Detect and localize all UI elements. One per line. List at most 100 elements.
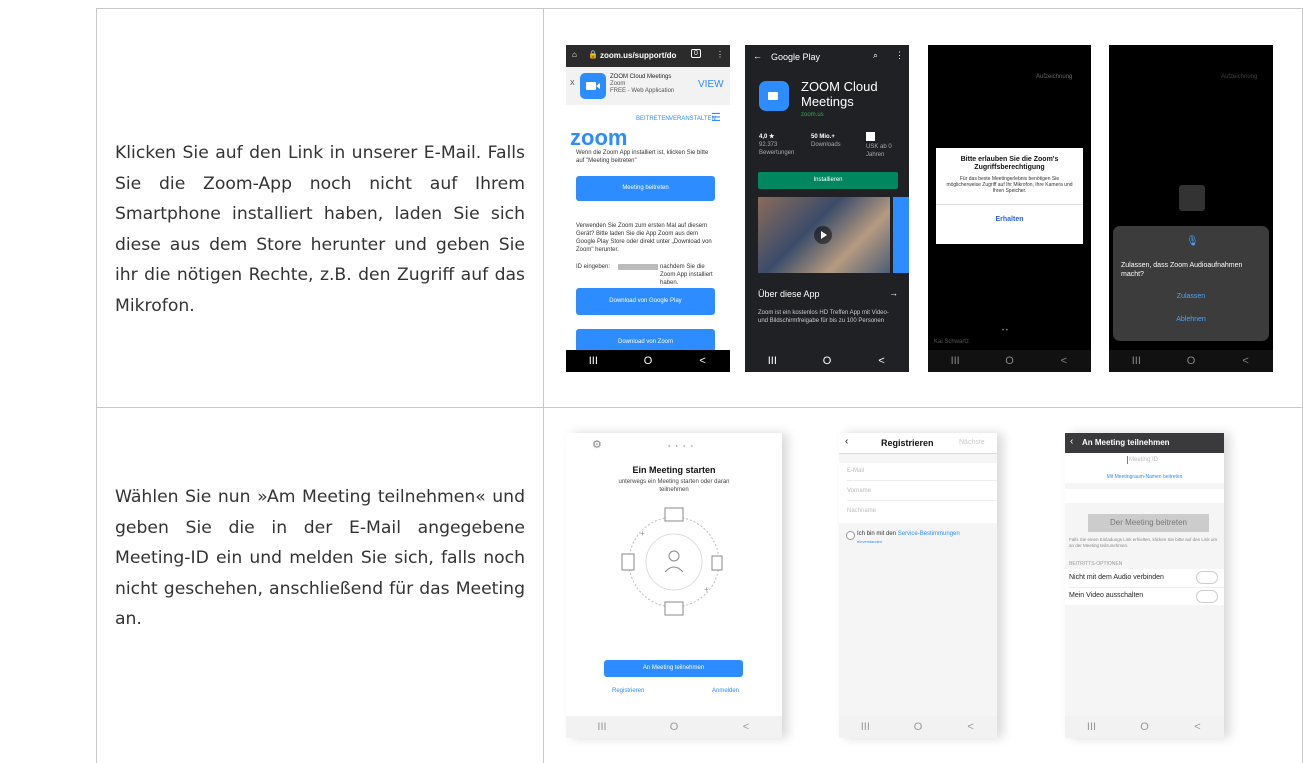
home-button-icon[interactable]: O (812, 355, 842, 367)
screenshot-audio-permission: Aufzeichnung 🎙 Zulassen, dass Zoom Audio… (1109, 45, 1273, 372)
svg-text:+: + (704, 585, 709, 594)
join-meeting-button[interactable]: An Meeting teilnehmen (604, 660, 743, 677)
zoom-logo: zoom (570, 125, 628, 150)
recent-apps-icon[interactable]: III (757, 355, 787, 367)
dialog-obtain-button[interactable]: Erhalten (936, 216, 1083, 223)
recent-apps-icon[interactable]: III (587, 721, 617, 733)
back-arrow-icon[interactable]: ← (753, 51, 762, 61)
developer-name: zoom.us (801, 112, 824, 118)
more-vert-icon[interactable]: ⋮ (895, 50, 904, 61)
join-options-heading: BEITRITTS-OPTIONEN (1069, 561, 1123, 567)
back-chevron-icon[interactable]: ‹ (1070, 436, 1073, 447)
register-title: Registrieren (881, 438, 934, 448)
app-description: Zoom ist ein kostenlos HD Treffen App mi… (758, 310, 889, 324)
meeting-id-input[interactable]: Meeting ID (1129, 456, 1158, 464)
recent-apps-icon[interactable]: III (1121, 355, 1151, 367)
home-button-icon[interactable]: O (659, 721, 689, 733)
app-screenshot-video-grid (758, 197, 890, 273)
play-video-icon[interactable] (814, 226, 832, 244)
home-button-icon[interactable]: O (1130, 721, 1160, 733)
banner-sub2: FREE - Web Application (610, 88, 675, 94)
back-icon[interactable]: < (956, 721, 986, 733)
page-dots: • • (1002, 328, 1008, 334)
home-button-icon[interactable]: O (1176, 355, 1206, 367)
app-screenshot-next (893, 197, 909, 273)
download-google-play-button[interactable]: Download von Google Play (576, 288, 715, 315)
recent-apps-icon[interactable]: III (1077, 721, 1107, 733)
next-button[interactable]: Nächste (959, 439, 985, 446)
android-navbar: III O < (839, 716, 997, 738)
start-title: Ein Meeting starten (632, 465, 716, 475)
search-icon[interactable]: ⌕ (873, 50, 878, 61)
allow-button[interactable]: Zulassen (1113, 293, 1269, 300)
gear-icon[interactable]: ⚙ (592, 438, 602, 451)
nav-host-link[interactable]: VERANSTALTEN (669, 115, 716, 123)
recording-label: Aufzeichnung (1036, 74, 1073, 80)
register-link[interactable]: Registrieren (612, 687, 644, 695)
first-time-text: Verwenden Sie Zoom zum ersten Mal auf di… (576, 223, 712, 253)
menu-icon[interactable]: ☰ (711, 111, 721, 124)
back-chevron-icon[interactable]: ‹ (845, 436, 848, 447)
back-icon[interactable]: < (867, 355, 897, 367)
screenshot-browser-zoom-site: ⌂ 🔒 zoom.us/support/do 0 ⋮ X ZOOM Cloud … (566, 45, 730, 372)
register-header: ‹ Registrieren Nächste (839, 433, 997, 454)
about-arrow-icon[interactable]: → (889, 288, 898, 298)
install-button[interactable]: Installieren (758, 172, 898, 189)
back-icon[interactable]: < (1049, 355, 1079, 367)
recent-apps-icon[interactable]: III (940, 355, 970, 367)
meeting-illustration: + + (621, 507, 723, 616)
back-icon[interactable]: < (1231, 355, 1261, 367)
name-input-area[interactable] (1065, 489, 1224, 503)
app-banner: X ZOOM Cloud Meetings Zoom FREE - Web Ap… (566, 67, 730, 105)
screenshot-join-meeting: ‹ An Meeting teilnehmen Meeting ID Mit M… (1065, 433, 1224, 738)
nav-join-link[interactable]: BEITRETEN (636, 115, 670, 123)
row2-instruction-text: Wählen Sie nun »Am Meeting teilnehmen« u… (115, 487, 525, 629)
home-button-icon[interactable]: O (903, 721, 933, 733)
audio-permission-dialog: 🎙 Zulassen, dass Zoom Audioaufnahmen mac… (1113, 226, 1269, 341)
join-title: An Meeting teilnehmen (1082, 438, 1170, 447)
id-suffix: nachdem Sie die Zoom App installiert hab… (660, 264, 713, 286)
usk-icon (866, 132, 875, 141)
svg-text:+: + (640, 529, 645, 538)
email-field[interactable]: E-Mail (847, 467, 864, 475)
recording-label: Aufzeichnung (1221, 74, 1258, 80)
home-button-icon[interactable]: O (633, 355, 663, 367)
recent-apps-icon[interactable]: III (578, 355, 608, 367)
recent-apps-icon[interactable]: III (850, 721, 880, 733)
terms-checkbox[interactable] (846, 531, 855, 540)
zoom-app-icon (580, 73, 606, 99)
room-name-link[interactable]: Mit Meetingraum-Namen beitreten (1065, 473, 1224, 481)
screenshot-google-play: ← Google Play ⌕ ⋮ ZOOM Cloud Meetings zo… (745, 45, 909, 372)
banner-view-button[interactable]: VIEW (698, 79, 724, 90)
back-icon[interactable]: < (1183, 721, 1213, 733)
home-button-icon[interactable]: O (994, 355, 1024, 367)
no-video-toggle[interactable] (1196, 590, 1218, 603)
start-subtitle: unterwegs ein Meeting starten oder daran… (618, 479, 730, 493)
deny-button[interactable]: Ablehnen (1113, 316, 1269, 323)
app-name-line2: Meetings (801, 94, 854, 109)
no-audio-toggle[interactable] (1196, 571, 1218, 584)
zoom-app-icon (759, 81, 789, 111)
terms-link[interactable]: Service-Bestimmungen (898, 531, 960, 537)
meeting-join-button[interactable]: Meeting beitreten (576, 176, 715, 201)
reviews: 92.373 Bewertungen (759, 142, 795, 156)
login-link[interactable]: Anmelden (712, 687, 739, 695)
join-meeting-button[interactable]: Der Meeting beitreten (1088, 514, 1209, 532)
participant-name: Kai Schwartz (934, 339, 970, 345)
table-column-divider (543, 8, 544, 763)
android-navbar: III O < (745, 350, 909, 372)
no-video-label: Mein Video ausschalten (1069, 592, 1144, 599)
terms-text: Ich bin mit den Service-Bestimmungen (857, 531, 960, 537)
microphone-icon: 🎙 (1186, 236, 1199, 247)
firstname-field[interactable]: Vorname (847, 487, 871, 495)
meeting-id-area: Meeting ID Mit Meetingraum-Namen beitret… (1065, 453, 1224, 483)
row1-instruction-text: Klicken Sie auf den Link in unserer E-Ma… (115, 143, 525, 316)
back-icon[interactable]: < (688, 355, 718, 367)
more-vert-icon: ⋮ (716, 50, 724, 59)
browser-toolbar: ⌂ 🔒 zoom.us/support/do 0 ⋮ (566, 45, 730, 67)
url-text: zoom.us/support/do (600, 51, 677, 60)
back-icon[interactable]: < (731, 721, 761, 733)
lastname-field[interactable]: Nachname (847, 507, 876, 515)
register-form: E-Mail Vorname Nachname (839, 463, 997, 523)
android-navbar: III O < (1109, 350, 1273, 372)
